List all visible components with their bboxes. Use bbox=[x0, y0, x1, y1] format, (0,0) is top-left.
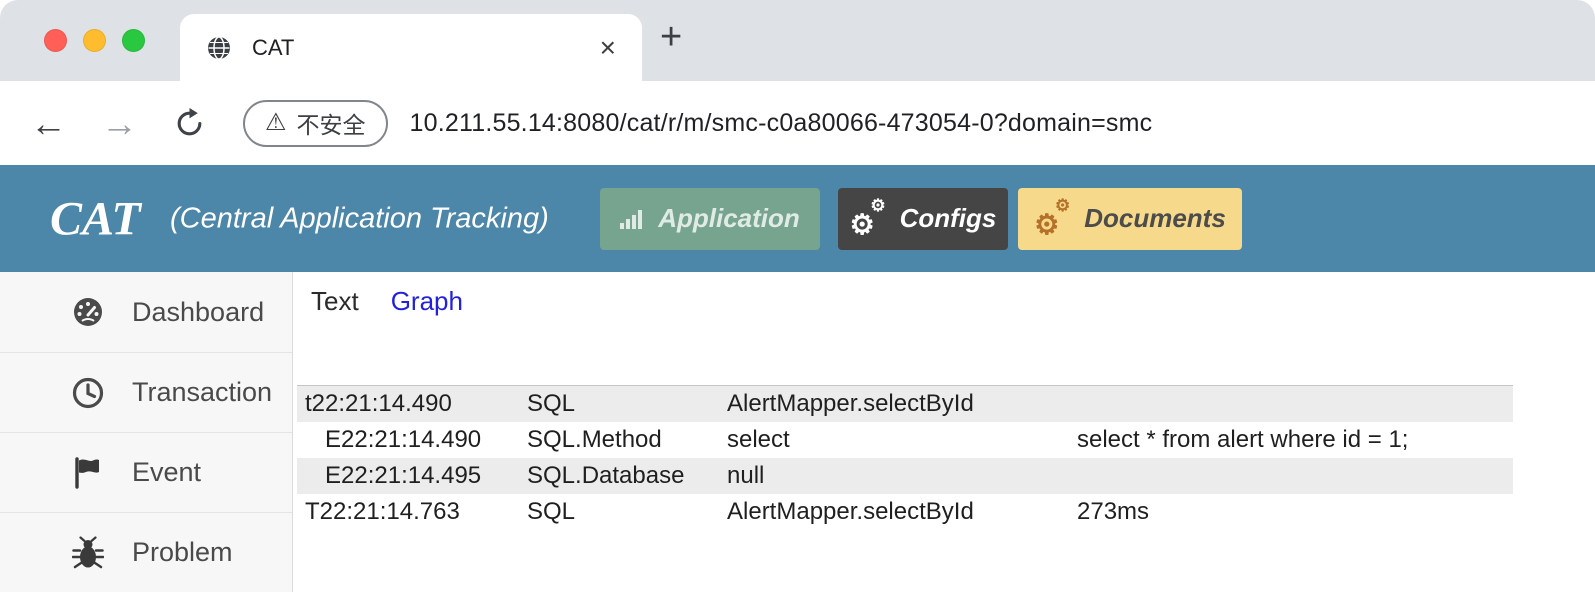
flag-icon bbox=[68, 456, 108, 489]
security-badge[interactable]: ⚠ 不安全 bbox=[243, 99, 388, 147]
main-content: Text Graph t22:21:14.490 SQL AlertMapper… bbox=[293, 272, 1595, 592]
browser-window: CAT × + ← → ⚠ 不安全 10.211.55.14:8080/cat/… bbox=[0, 0, 1595, 592]
app-subtitle: (Central Application Tracking) bbox=[170, 202, 549, 234]
table-row: E22:21:14.490 SQL.Method select select *… bbox=[297, 422, 1513, 458]
sidebar-item-transaction[interactable]: Transaction bbox=[0, 352, 292, 432]
browser-tab-bar: CAT × + bbox=[0, 0, 1595, 81]
sidebar: Dashboard Transaction Event Problem bbox=[0, 272, 293, 592]
close-tab-icon[interactable]: × bbox=[600, 33, 616, 62]
application-button[interactable]: Application bbox=[600, 187, 820, 250]
window-controls bbox=[44, 29, 145, 52]
app-logo: CAT bbox=[50, 192, 141, 245]
log-time: E22:21:14.495 bbox=[305, 462, 482, 489]
cogs-icon: ⚙ ⚙ bbox=[1034, 195, 1071, 240]
warning-icon: ⚠ bbox=[265, 109, 287, 136]
reload-icon[interactable] bbox=[174, 107, 205, 139]
log-type: SQL.Database bbox=[527, 462, 685, 489]
table-row: t22:21:14.490 SQL AlertMapper.selectById bbox=[297, 386, 1513, 422]
sidebar-item-label: Problem bbox=[132, 537, 233, 567]
sidebar-item-dashboard[interactable]: Dashboard bbox=[0, 272, 292, 352]
security-label: 不安全 bbox=[296, 112, 366, 138]
globe-icon bbox=[206, 35, 232, 61]
tab-graph[interactable]: Graph bbox=[391, 286, 463, 317]
url-input[interactable]: 10.211.55.14:8080/cat/r/m/smc-c0a80066-4… bbox=[410, 109, 1153, 138]
log-name: AlertMapper.selectById bbox=[727, 498, 974, 525]
table-row: T22:21:14.763 SQL AlertMapper.selectById… bbox=[297, 494, 1513, 530]
browser-address-bar: ← → ⚠ 不安全 10.211.55.14:8080/cat/r/m/smc-… bbox=[0, 81, 1595, 165]
new-tab-button[interactable]: + bbox=[660, 16, 682, 59]
clock-icon bbox=[68, 376, 108, 410]
browser-tab[interactable]: CAT × bbox=[180, 14, 642, 81]
sidebar-item-label: Transaction bbox=[132, 377, 273, 407]
forward-icon[interactable]: → bbox=[101, 105, 138, 142]
log-type: SQL bbox=[527, 498, 576, 525]
bar-chart-icon bbox=[620, 208, 644, 229]
cogs-icon: ⚙ ⚙ bbox=[849, 195, 886, 240]
sidebar-item-label: Event bbox=[132, 457, 202, 487]
documents-button-label: Documents bbox=[1084, 203, 1226, 233]
log-type: SQL.Method bbox=[527, 426, 662, 453]
log-type: SQL bbox=[527, 390, 576, 417]
log-time: T22:21:14.763 bbox=[305, 498, 460, 525]
log-name: AlertMapper.selectById bbox=[727, 390, 974, 417]
log-time: t22:21:14.490 bbox=[305, 390, 452, 417]
tab-text[interactable]: Text bbox=[311, 286, 359, 317]
sidebar-item-problem[interactable]: Problem bbox=[0, 512, 292, 592]
log-detail: 273ms bbox=[1077, 498, 1150, 525]
sidebar-item-event[interactable]: Event bbox=[0, 432, 292, 512]
sidebar-item-label: Dashboard bbox=[132, 296, 265, 327]
log-name: select bbox=[727, 426, 790, 453]
table-row: E22:21:14.495 SQL.Database null bbox=[297, 458, 1513, 494]
tab-title: CAT bbox=[252, 34, 295, 60]
application-button-label: Application bbox=[658, 203, 800, 233]
configs-button-label: Configs bbox=[899, 203, 997, 233]
bug-icon bbox=[68, 535, 108, 570]
minimize-window-button[interactable] bbox=[83, 29, 106, 52]
back-icon[interactable]: ← bbox=[30, 105, 67, 142]
close-window-button[interactable] bbox=[44, 29, 67, 52]
app-header: CAT (Central Application Tracking) Appli… bbox=[0, 165, 1595, 272]
log-time: E22:21:14.490 bbox=[305, 426, 482, 453]
view-tabs: Text Graph bbox=[293, 272, 1595, 317]
log-table: t22:21:14.490 SQL AlertMapper.selectById… bbox=[297, 385, 1513, 530]
log-name: null bbox=[727, 462, 765, 489]
dashboard-icon bbox=[68, 294, 108, 330]
log-detail: select * from alert where id = 1; bbox=[1077, 426, 1409, 453]
documents-button[interactable]: ⚙ ⚙ Documents bbox=[1018, 187, 1242, 250]
maximize-window-button[interactable] bbox=[122, 29, 145, 52]
configs-button[interactable]: ⚙ ⚙ Configs bbox=[838, 187, 1008, 250]
